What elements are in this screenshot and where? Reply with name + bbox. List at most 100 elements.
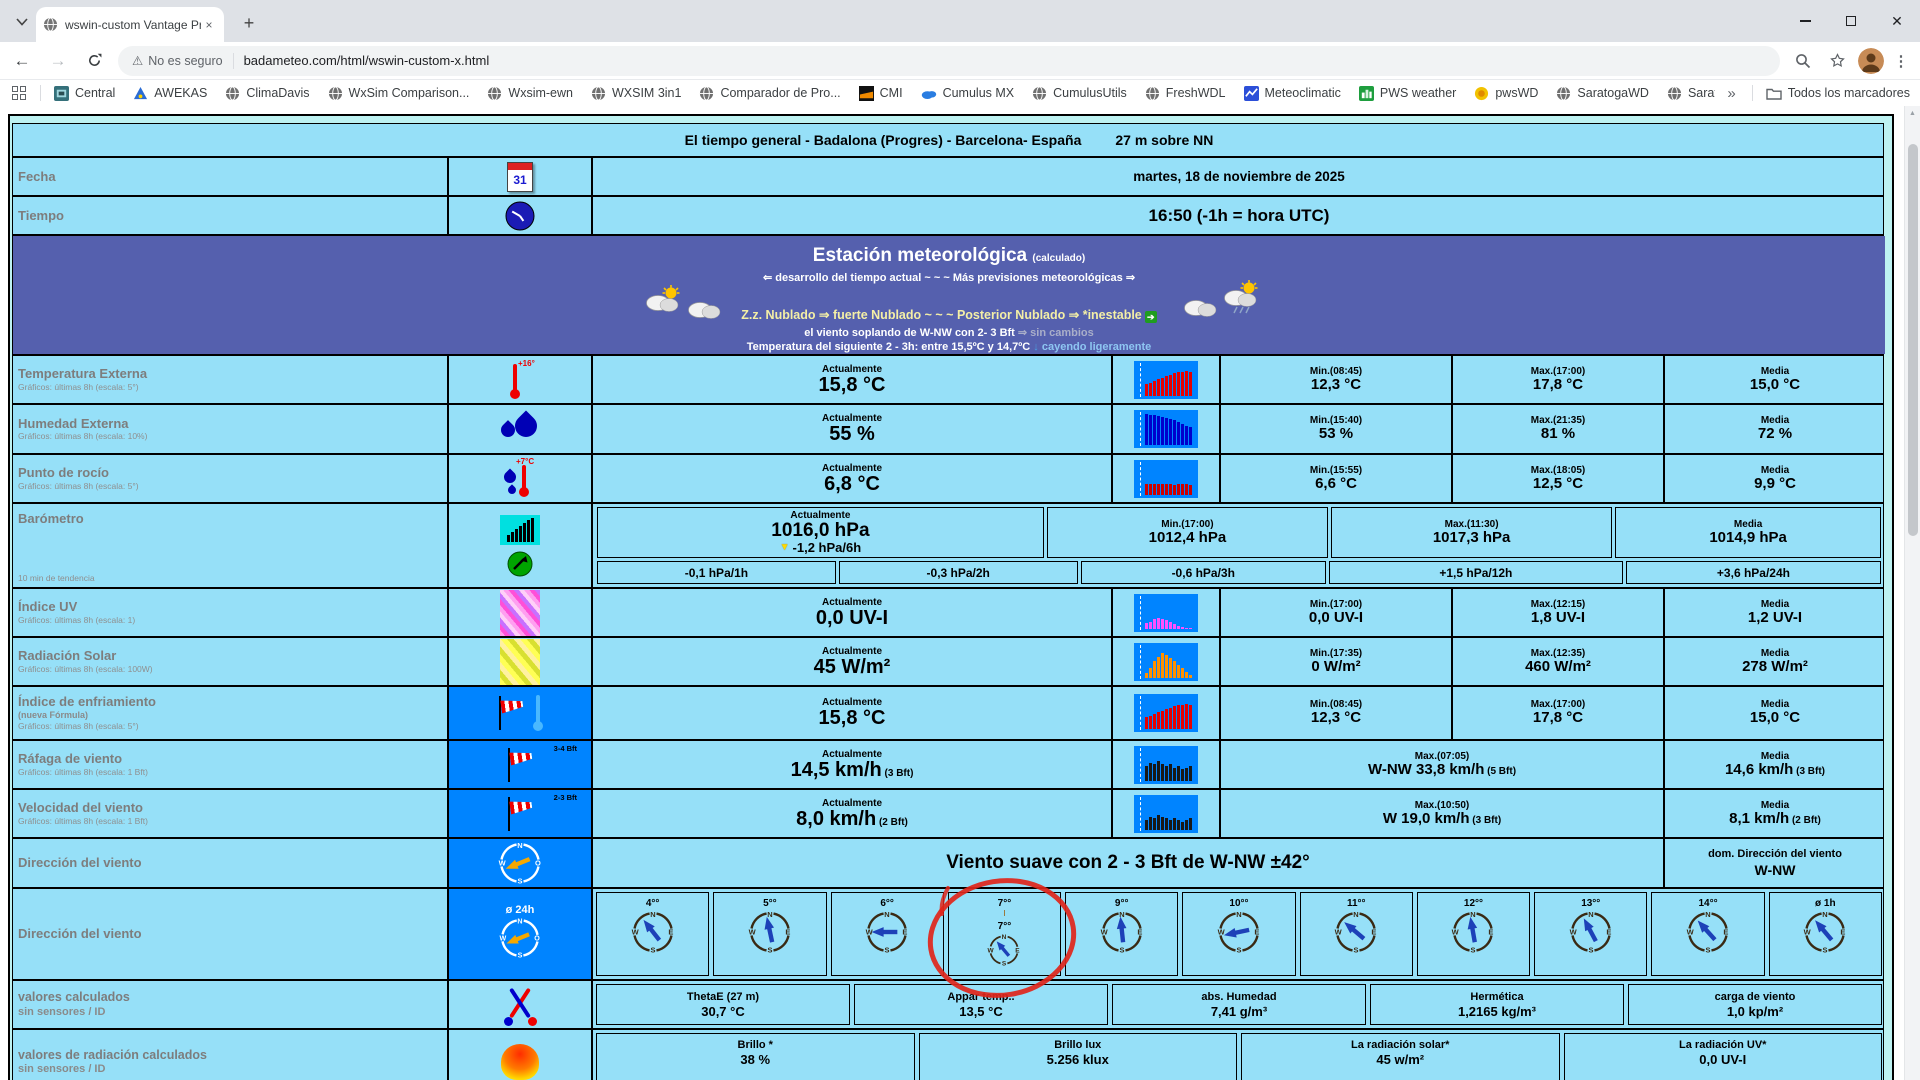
bookmark-item[interactable]: Cumulus MX xyxy=(921,86,1015,100)
window-close-button[interactable]: ✕ xyxy=(1874,0,1920,42)
hour-compass-icon: NSWE xyxy=(1100,909,1144,959)
reload-icon xyxy=(87,53,102,68)
bookmark-item[interactable]: SaratogaCU xyxy=(1667,86,1715,101)
hour-label: 5°° xyxy=(763,898,777,909)
hour-compass-icon: NSWE xyxy=(987,932,1021,972)
current-value: 6,8 °C xyxy=(824,474,880,495)
media-cell-value: 9,9 °C xyxy=(1754,476,1796,493)
bookmark-item[interactable]: PWS weather xyxy=(1359,86,1456,101)
row-sublabel: Gráficos: últimas 8h (escala: 1 Bft) xyxy=(18,816,443,826)
min-cell-value: 0,0 UV-I xyxy=(1309,610,1363,627)
row-sublabel: sin sensores / ID xyxy=(18,1063,443,1075)
trend-6h: ▼-1,2 hPa/6h xyxy=(780,540,862,555)
apps-grid-icon[interactable] xyxy=(12,86,26,100)
svg-text:N: N xyxy=(1588,910,1593,919)
hour-compass-icon: NSWE xyxy=(1217,909,1261,959)
bookmark-item[interactable]: SaratogaWD xyxy=(1556,86,1649,101)
value-number: 1,2165 kg/m³ xyxy=(1458,1004,1536,1019)
tiempo-value-cell: 16:50 (-1h = hora UTC) xyxy=(591,197,1885,234)
mini-chart xyxy=(1134,746,1198,784)
hour-label: 9°° xyxy=(1115,898,1129,909)
min-cell: Min.(08:45)12,3 °C xyxy=(1219,687,1451,739)
chillsock-icon-cell xyxy=(447,687,591,739)
scrollbar-thumb[interactable] xyxy=(1908,144,1918,536)
svg-text:S: S xyxy=(1119,946,1124,955)
uv-index-icon xyxy=(500,590,540,636)
bookmark-star-button[interactable] xyxy=(1824,48,1850,74)
bookmarks-list: Central AWEKAS ClimaDavis WxSim Comparison.… xyxy=(45,86,1715,101)
window-minimize-button[interactable] xyxy=(1782,0,1828,42)
tab-search-button[interactable] xyxy=(8,11,36,33)
vertical-scrollbar[interactable]: ▲ xyxy=(1904,106,1920,1080)
current-value: 14,5 km/h (3 Bft) xyxy=(791,760,914,781)
back-button[interactable]: ← xyxy=(8,47,36,75)
bookmark-item[interactable]: FreshWDL xyxy=(1145,86,1226,101)
bookmarks-overflow-button[interactable]: » xyxy=(1727,85,1735,102)
profile-avatar[interactable] xyxy=(1858,48,1884,74)
address-bar[interactable]: ⚠ No es seguro badameteo.com/html/wswin-… xyxy=(118,46,1780,76)
all-bookmarks-button[interactable]: Todos los marcadores xyxy=(1766,86,1910,100)
hour-compass-cell: 7°°7°°NSWE xyxy=(948,892,1061,976)
bookmark-item[interactable]: WxSim Comparison... xyxy=(328,86,470,101)
row-label: Velocidad del vientoGráficos: últimas 8h… xyxy=(13,790,447,837)
browser-tab[interactable]: wswin-custom Vantage Pro2 - S × xyxy=(36,7,224,42)
reload-button[interactable] xyxy=(80,47,108,75)
current-value: 15,8 °C xyxy=(819,708,886,729)
avatar-person-icon xyxy=(1858,48,1884,74)
compass-icon: NSWO xyxy=(499,917,541,959)
bookmark-favicon-awekas-icon xyxy=(133,86,148,101)
bookmark-item[interactable]: ClimaDavis xyxy=(225,86,309,101)
tab-close-icon[interactable]: × xyxy=(201,17,217,33)
scrollbar-up-icon[interactable]: ▲ xyxy=(1909,110,1916,117)
value-cell: carga de viento1,0 kp/m² xyxy=(1628,984,1882,1025)
value-title: abs. Humedad xyxy=(1201,991,1276,1003)
security-warning[interactable]: ⚠ No es seguro xyxy=(132,53,223,68)
value-number: 13,5 °C xyxy=(959,1004,1003,1019)
min-cell: Min.(17:35)0 W/m² xyxy=(1219,638,1451,685)
current-value: 8,0 km/h (2 Bft) xyxy=(796,809,908,830)
bookmarks-bar: Central AWEKAS ClimaDavis WxSim Comparison.… xyxy=(0,80,1920,106)
row-label-text: Dirección del viento xyxy=(18,856,443,870)
hour-label: ø 1h xyxy=(1815,898,1836,909)
svg-text:W: W xyxy=(1100,928,1108,937)
bookmark-item[interactable]: Central xyxy=(54,86,115,101)
mini-chart xyxy=(1134,594,1198,632)
station-title-note: (calculado) xyxy=(1032,253,1085,264)
fecha-row: Fecha31martes, 18 de noviembre de 2025 xyxy=(13,158,1883,197)
current-label: Actualmente xyxy=(822,463,882,474)
bookmark-item[interactable]: AWEKAS xyxy=(133,86,207,101)
bookmark-item[interactable]: WXSIM 3in1 xyxy=(591,86,681,101)
bookmark-item[interactable]: Meteoclimatic xyxy=(1244,86,1341,101)
current-value-cell: Actualmente15,8 °C xyxy=(591,356,1111,403)
bookmark-favicon-globe-icon xyxy=(1556,86,1571,101)
forward-button[interactable]: → xyxy=(44,47,72,75)
row-label-text: Barómetro xyxy=(18,512,443,526)
current-value: 15,8 °C xyxy=(819,375,886,396)
bookmark-item[interactable]: CumulusUtils xyxy=(1032,86,1127,101)
bookmark-label: ClimaDavis xyxy=(246,86,309,100)
hour-compass-cell: 11°°NSWE xyxy=(1300,892,1413,976)
min-cell: Min.(08:45)12,3 °C xyxy=(1219,356,1451,403)
browser-menu-button[interactable]: ⋮ xyxy=(1892,48,1910,74)
bookmark-item[interactable]: CMI xyxy=(859,86,903,101)
trend-cell: -0,6 hPa/3h xyxy=(1081,561,1326,584)
svg-text:E: E xyxy=(1254,928,1259,937)
zoom-button[interactable] xyxy=(1790,48,1816,74)
row-label: Humedad ExternaGráficos: últimas 8h (esc… xyxy=(13,405,447,453)
current-value-cell: Actualmente45 W/m² xyxy=(591,638,1111,685)
row-label: Punto de rocíoGráficos: últimas 8h (esca… xyxy=(13,455,447,502)
station-nav-links[interactable]: ⇐ desarrollo del tiempo actual ~ ~ ~ Más… xyxy=(13,271,1885,284)
hour-compass-icon: NSWE xyxy=(1686,909,1730,959)
browser-tab-strip: wswin-custom Vantage Pro2 - S × + ✕ xyxy=(0,0,1920,42)
bookmark-item[interactable]: pwsWD xyxy=(1474,86,1538,101)
current-label: Actualmente xyxy=(822,364,882,375)
thermometer-icon: +16° xyxy=(503,359,537,401)
window-maximize-button[interactable] xyxy=(1828,0,1874,42)
bookmark-item[interactable]: Wxsim-ewn xyxy=(487,86,573,101)
svg-text:W: W xyxy=(499,859,507,868)
bookmark-item[interactable]: Comparador de Pro... xyxy=(699,86,840,101)
hour-compass-cell: 13°°NSWE xyxy=(1534,892,1647,976)
value-number: 7,41 g/m³ xyxy=(1211,1004,1267,1019)
security-warning-label: No es seguro xyxy=(148,54,222,68)
new-tab-button[interactable]: + xyxy=(236,10,262,36)
